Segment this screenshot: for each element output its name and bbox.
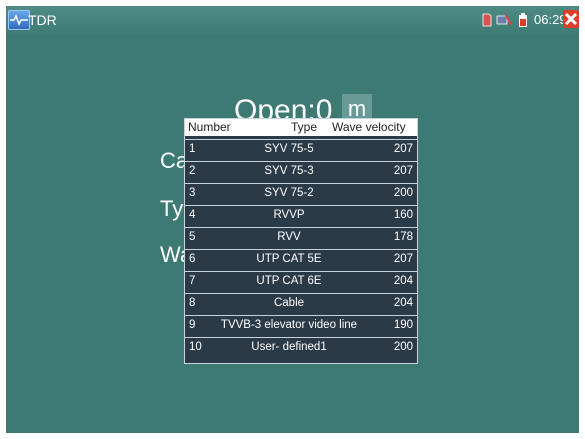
row-number: 5 [189, 231, 196, 243]
row-velocity: 207 [393, 143, 413, 155]
tdr-app-icon [8, 10, 30, 30]
row-number: 3 [189, 187, 196, 199]
header-type: Type [291, 120, 318, 134]
table-row[interactable]: 2 SYV 75-3 207 [185, 161, 417, 182]
row-velocity: 160 [393, 209, 413, 221]
network-icon [496, 14, 512, 26]
clock: 06:29 [534, 12, 567, 27]
cable-type-popup: Number Type Wave velocity 1 SYV 75-5 207… [184, 118, 418, 364]
table-row[interactable]: 10 User- defined1 200 [185, 337, 417, 358]
battery-icon [519, 13, 527, 27]
row-number: 9 [189, 319, 196, 331]
row-velocity: 178 [393, 231, 413, 243]
row-type: User- defined1 [251, 341, 327, 353]
sd-card-icon [482, 13, 492, 27]
row-number: 7 [189, 275, 196, 287]
row-type: SYV 75-5 [264, 143, 314, 155]
row-type: RVVP [273, 209, 305, 221]
table-row[interactable]: 8 Cable 204 [185, 293, 417, 314]
table-row[interactable]: 4 RVVP 160 [185, 205, 417, 226]
row-number: 6 [189, 253, 196, 265]
row-velocity: 207 [393, 165, 413, 177]
row-velocity: 190 [393, 319, 413, 331]
status-bar: TDR 06:29 [6, 6, 579, 34]
row-number: 4 [189, 209, 196, 221]
close-icon [565, 13, 577, 25]
table-row[interactable]: 1 SYV 75-5 207 [185, 139, 417, 160]
row-velocity: 204 [393, 297, 413, 309]
header-number: Number [188, 120, 231, 134]
row-velocity: 200 [393, 341, 413, 353]
device-screen: TDR 06:29 Open:0 m Cal Typ Wa Number Typ… [6, 6, 579, 433]
table-row[interactable]: 7 UTP CAT 6E 204 [185, 271, 417, 292]
row-number: 8 [189, 297, 196, 309]
row-type: SYV 75-2 [264, 187, 314, 199]
row-number: 10 [189, 341, 202, 353]
app-title: TDR [28, 12, 57, 28]
row-type: RVV [277, 231, 301, 243]
row-type: UTP CAT 6E [256, 275, 322, 287]
table-row[interactable]: 9 TVVB-3 elevator video line 190 [185, 315, 417, 336]
row-velocity: 207 [393, 253, 413, 265]
row-type: TVVB-3 elevator video line [220, 319, 358, 331]
table-header: Number Type Wave velocity [185, 119, 417, 136]
header-velocity: Wave velocity [332, 120, 406, 134]
table-row[interactable]: 5 RVV 178 [185, 227, 417, 248]
row-velocity: 204 [393, 275, 413, 287]
row-number: 2 [189, 165, 196, 177]
table-row[interactable]: 3 SYV 75-2 200 [185, 183, 417, 204]
row-type: Cable [273, 297, 305, 309]
table-row[interactable]: 6 UTP CAT 5E 207 [185, 249, 417, 270]
close-button[interactable] [563, 10, 579, 28]
row-velocity: 200 [393, 187, 413, 199]
row-number: 1 [189, 143, 196, 155]
row-type: SYV 75-3 [264, 165, 314, 177]
row-type: UTP CAT 5E [256, 253, 322, 265]
